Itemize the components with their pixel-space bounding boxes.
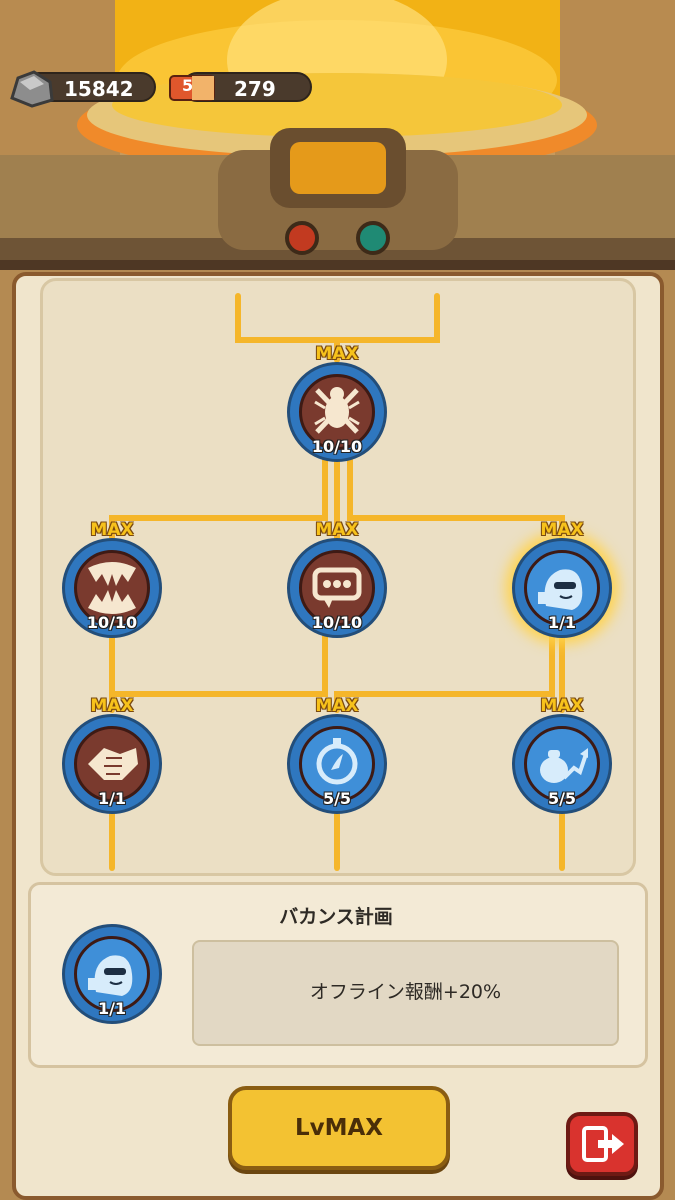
node-level: 1/1 xyxy=(97,999,127,1018)
max-label: MAX xyxy=(540,520,584,540)
skill-node-fangs[interactable]: MAX 10/10 xyxy=(62,520,162,638)
skill-node-chat[interactable]: MAX 10/10 xyxy=(287,520,387,638)
skill-node-handshake[interactable]: MAX 1/1 xyxy=(62,696,162,814)
node-level: 10/10 xyxy=(86,613,138,632)
max-label: MAX xyxy=(90,520,134,540)
skill-node-stopwatch[interactable]: MAX 5/5 xyxy=(287,696,387,814)
node-level: 5/5 xyxy=(547,789,577,808)
skill-description: オフライン報酬+20% xyxy=(192,940,619,1046)
node-level: 1/1 xyxy=(547,613,577,632)
max-label: MAX xyxy=(315,520,359,540)
lvmax-button[interactable]: LvMAX xyxy=(228,1086,450,1170)
node-level: 10/10 xyxy=(311,437,363,456)
max-label: MAX xyxy=(315,344,359,364)
skill-detail-icon: 1/1 xyxy=(62,924,162,1024)
exit-door-icon xyxy=(582,1126,624,1162)
skill-node-insect-ban[interactable]: MAX 10/10 xyxy=(287,344,387,462)
node-level: 10/10 xyxy=(311,613,363,632)
exit-button[interactable] xyxy=(566,1112,638,1176)
node-level: 1/1 xyxy=(97,789,127,808)
node-level: 5/5 xyxy=(322,789,352,808)
max-label: MAX xyxy=(90,696,134,716)
skill-node-vacation[interactable]: MAX 1/1 xyxy=(512,520,612,638)
max-label: MAX xyxy=(315,696,359,716)
skill-node-money-up[interactable]: MAX 5/5 xyxy=(512,696,612,814)
skill-detail-title: バカンス計画 xyxy=(279,906,393,928)
max-label: MAX xyxy=(540,696,584,716)
